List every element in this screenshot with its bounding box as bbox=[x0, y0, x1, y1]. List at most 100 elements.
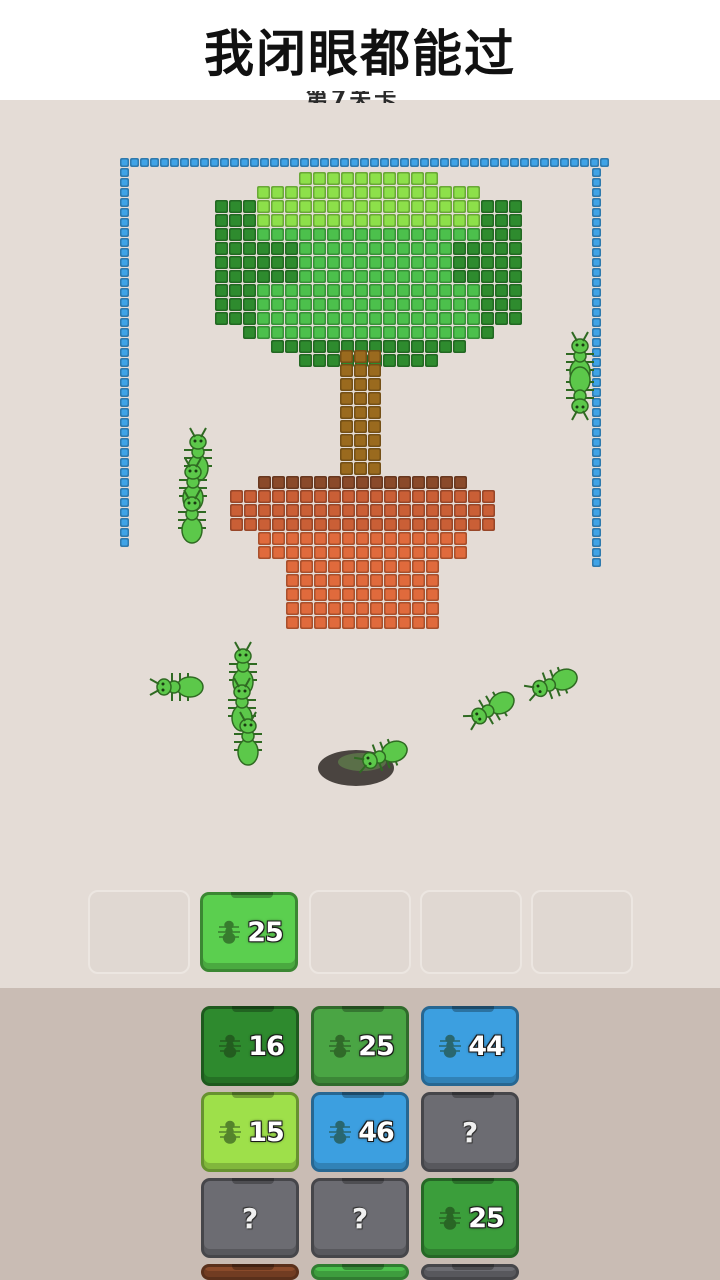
pot-block-face bbox=[287, 519, 298, 530]
leaf-block-face bbox=[370, 299, 381, 310]
leaf-block-face bbox=[314, 341, 325, 352]
leaf-block-face bbox=[286, 271, 297, 282]
leaf-block-face bbox=[244, 229, 255, 240]
ant-card[interactable]: 44 bbox=[421, 1006, 519, 1086]
trunk-block-face bbox=[355, 449, 366, 460]
frame-block-face bbox=[151, 159, 158, 166]
leaf-block-face bbox=[314, 243, 325, 254]
frame-block-face bbox=[291, 159, 298, 166]
leaf-block-face bbox=[342, 257, 353, 268]
ant-card[interactable]: 25 bbox=[421, 1178, 519, 1258]
frame-block-face bbox=[211, 159, 218, 166]
leaf-block-face bbox=[440, 285, 451, 296]
frame-block-face bbox=[551, 159, 558, 166]
leaf-block-face bbox=[300, 229, 311, 240]
leaf-block-face bbox=[300, 257, 311, 268]
leaf-block-face bbox=[216, 285, 227, 296]
ant-eye bbox=[161, 688, 165, 692]
pot-block-face bbox=[329, 533, 340, 544]
leaf-block-face bbox=[300, 215, 311, 226]
leaf-block-face bbox=[244, 243, 255, 254]
leaf-block-face bbox=[272, 341, 283, 352]
ant-head bbox=[184, 464, 202, 480]
pot-block-face bbox=[385, 603, 396, 614]
pot-block-face bbox=[385, 575, 396, 586]
trunk-block-face bbox=[341, 393, 352, 404]
ant-card[interactable]: 25 bbox=[311, 1006, 409, 1086]
leaf-block-face bbox=[510, 215, 521, 226]
leaf-block-face bbox=[230, 257, 241, 268]
trunk-block-face bbox=[341, 351, 352, 362]
frame-block-face bbox=[593, 339, 600, 346]
pot-block-face bbox=[469, 491, 480, 502]
pot-block-face bbox=[315, 491, 326, 502]
ant-icon bbox=[219, 1034, 242, 1058]
leaf-block-face bbox=[328, 173, 339, 184]
pot-block-face bbox=[399, 519, 410, 530]
pot-rim-block-face bbox=[329, 477, 340, 488]
leaf-block-face bbox=[342, 285, 353, 296]
pot-block-face bbox=[329, 589, 340, 600]
leaf-block-face bbox=[468, 327, 479, 338]
leaf-block-face bbox=[454, 285, 465, 296]
ant-card[interactable]: 16 bbox=[201, 1006, 299, 1086]
frame-block-face bbox=[341, 159, 348, 166]
leaf-block-face bbox=[370, 243, 381, 254]
frame-block-face bbox=[121, 379, 128, 386]
pot-block-face bbox=[427, 589, 438, 600]
leaf-block-face bbox=[398, 173, 409, 184]
pot-block-face bbox=[343, 519, 354, 530]
leaf-block-face bbox=[356, 229, 367, 240]
pot-block-face bbox=[343, 603, 354, 614]
pot-block-face bbox=[441, 491, 452, 502]
trunk-block-face bbox=[341, 407, 352, 418]
hidden-card[interactable]: ? bbox=[201, 1178, 299, 1258]
leaf-block-face bbox=[258, 327, 269, 338]
leaf-block-face bbox=[328, 201, 339, 212]
frame-block-face bbox=[391, 159, 398, 166]
leaf-block-face bbox=[216, 229, 227, 240]
pot-block-face bbox=[259, 505, 270, 516]
ant-eye bbox=[194, 469, 198, 473]
ant-head bbox=[233, 684, 251, 700]
pot-block-face bbox=[287, 603, 298, 614]
leaf-block-face bbox=[412, 257, 423, 268]
frame-block-face bbox=[471, 159, 478, 166]
leaf-block-face bbox=[440, 215, 451, 226]
leaf-block-face bbox=[468, 271, 479, 282]
frame-block-face bbox=[421, 159, 428, 166]
ant-antenna bbox=[189, 427, 196, 438]
leaf-block-face bbox=[342, 229, 353, 240]
trunk-block-face bbox=[341, 379, 352, 390]
leaf-block-face bbox=[370, 173, 381, 184]
frame-block-face bbox=[121, 519, 128, 526]
leaf-block-face bbox=[216, 271, 227, 282]
leaf-block-face bbox=[468, 187, 479, 198]
pot-rim-block-face bbox=[315, 477, 326, 488]
ant-card[interactable]: 46 bbox=[311, 1092, 409, 1172]
hidden-card[interactable]: ? bbox=[311, 1178, 409, 1258]
card-peek bbox=[311, 1264, 409, 1280]
pot-block-face bbox=[287, 505, 298, 516]
leaf-block-face bbox=[482, 285, 493, 296]
leaf-block-face bbox=[426, 243, 437, 254]
frame-block-face bbox=[601, 159, 608, 166]
ant-card[interactable]: 15 bbox=[201, 1092, 299, 1172]
leaf-block-face bbox=[468, 229, 479, 240]
ant-head bbox=[189, 434, 207, 450]
frame-block-face bbox=[593, 249, 600, 256]
frame-block-face bbox=[121, 259, 128, 266]
leaf-block-face bbox=[356, 285, 367, 296]
frame-block-face bbox=[121, 359, 128, 366]
trunk-block-face bbox=[341, 463, 352, 474]
pot-block-face bbox=[329, 519, 340, 530]
leaf-block-face bbox=[426, 187, 437, 198]
leaf-block-face bbox=[230, 229, 241, 240]
hidden-card[interactable]: ? bbox=[421, 1092, 519, 1172]
leaf-block-face bbox=[510, 299, 521, 310]
leaf-block-face bbox=[454, 215, 465, 226]
pot-block-face bbox=[329, 547, 340, 558]
leaf-block-face bbox=[328, 271, 339, 282]
slot-card[interactable]: 25 bbox=[200, 892, 298, 972]
frame-block-face bbox=[121, 419, 128, 426]
